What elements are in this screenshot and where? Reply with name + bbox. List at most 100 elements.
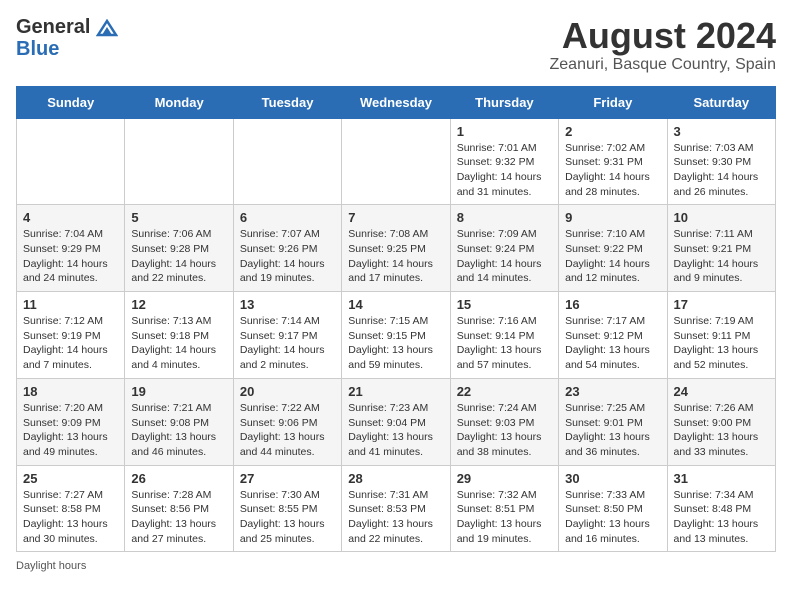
calendar-cell: 19Sunrise: 7:21 AMSunset: 9:08 PMDayligh…	[125, 378, 233, 465]
calendar-cell: 16 Sunrise: 7:17 AMSunset: 9:12 PMDayligh…	[559, 292, 667, 379]
calendar-cell: 25 Sunrise: 7:27 AMSunset: 8:58 PMDayligh…	[17, 465, 125, 552]
calendar-cell: 2Sunrise: 7:02 AMSunset: 9:31 PMDaylight…	[559, 118, 667, 205]
day-header-sunday: Sunday	[17, 86, 125, 118]
day-number: 24	[674, 384, 769, 399]
title-area: August 2024 Zeanuri, Basque Country, Spa…	[550, 16, 777, 74]
calendar-cell: 31 Sunrise: 7:34 AMSunset: 8:48 PMDayligh…	[667, 465, 775, 552]
day-info: Sunrise: 7:25 AMSunset: 9:01 PMDaylight:…	[565, 401, 660, 460]
day-number: 12	[131, 297, 226, 312]
day-info: Sunrise: 7:09 AMSunset: 9:24 PMDaylight:…	[457, 227, 552, 286]
logo-blue: Blue	[16, 38, 118, 60]
day-number: 4	[23, 210, 118, 225]
day-number: 14	[348, 297, 443, 312]
day-info: Sunrise: 7:08 AMSunset: 9:25 PMDaylight:…	[348, 227, 443, 286]
day-info: Sunrise: 7:27 AMSunset: 8:58 PMDaylight:…	[23, 488, 118, 547]
calendar-cell	[17, 118, 125, 205]
day-info: Sunrise: 7:24 AMSunset: 9:03 PMDaylight:…	[457, 401, 552, 460]
day-number: 18	[23, 384, 118, 399]
day-info: Sunrise: 7:15 AMSunset: 9:15 PMDaylight:…	[348, 314, 443, 373]
day-info: Sunrise: 7:13 AMSunset: 9:18 PMDaylight:…	[131, 314, 226, 373]
day-number: 7	[348, 210, 443, 225]
calendar-cell	[233, 118, 341, 205]
calendar-table: SundayMondayTuesdayWednesdayThursdayFrid…	[16, 86, 776, 553]
day-number: 8	[457, 210, 552, 225]
day-info: Sunrise: 7:14 AMSunset: 9:17 PMDaylight:…	[240, 314, 335, 373]
day-info: Sunrise: 7:21 AMSunset: 9:08 PMDaylight:…	[131, 401, 226, 460]
day-header-monday: Monday	[125, 86, 233, 118]
calendar-cell: 12 Sunrise: 7:13 AMSunset: 9:18 PMDayligh…	[125, 292, 233, 379]
calendar-cell: 24 Sunrise: 7:26 AMSunset: 9:00 PMDayligh…	[667, 378, 775, 465]
calendar-cell	[342, 118, 450, 205]
day-number: 26	[131, 471, 226, 486]
calendar-cell	[125, 118, 233, 205]
day-number: 22	[457, 384, 552, 399]
day-number: 15	[457, 297, 552, 312]
calendar-cell: 29 Sunrise: 7:32 AMSunset: 8:51 PMDayligh…	[450, 465, 558, 552]
day-info: Sunrise: 7:11 AMSunset: 9:21 PMDaylight:…	[674, 227, 769, 286]
day-info: Sunrise: 7:04 AMSunset: 9:29 PMDaylight:…	[23, 227, 118, 286]
day-info: Sunrise: 7:03 AMSunset: 9:30 PMDaylight:…	[674, 141, 769, 200]
calendar-cell: 3 Sunrise: 7:03 AMSunset: 9:30 PMDaylight…	[667, 118, 775, 205]
calendar-cell: 21 Sunrise: 7:23 AMSunset: 9:04 PMDayligh…	[342, 378, 450, 465]
day-number: 25	[23, 471, 118, 486]
day-info: Sunrise: 7:28 AMSunset: 8:56 PMDaylight:…	[131, 488, 226, 547]
day-number: 31	[674, 471, 769, 486]
day-header-saturday: Saturday	[667, 86, 775, 118]
calendar-cell: 10Sunrise: 7:11 AMSunset: 9:21 PMDayligh…	[667, 205, 775, 292]
calendar-cell: 26 Sunrise: 7:28 AMSunset: 8:56 PMDayligh…	[125, 465, 233, 552]
day-info: Sunrise: 7:02 AMSunset: 9:31 PMDaylight:…	[565, 141, 660, 200]
day-info: Sunrise: 7:23 AMSunset: 9:04 PMDaylight:…	[348, 401, 443, 460]
day-number: 3	[674, 124, 769, 139]
month-title: August 2024	[550, 16, 777, 56]
day-info: Sunrise: 7:07 AMSunset: 9:26 PMDaylight:…	[240, 227, 335, 286]
calendar-cell: 23 Sunrise: 7:25 AMSunset: 9:01 PMDayligh…	[559, 378, 667, 465]
day-info: Sunrise: 7:01 AMSunset: 9:32 PMDaylight:…	[457, 141, 552, 200]
day-info: Sunrise: 7:32 AMSunset: 8:51 PMDaylight:…	[457, 488, 552, 547]
day-number: 20	[240, 384, 335, 399]
logo: General Blue	[16, 16, 118, 60]
logo-general: General	[16, 16, 118, 38]
day-info: Sunrise: 7:33 AMSunset: 8:50 PMDaylight:…	[565, 488, 660, 547]
day-number: 21	[348, 384, 443, 399]
calendar-cell: 18Sunrise: 7:20 AMSunset: 9:09 PMDayligh…	[17, 378, 125, 465]
day-info: Sunrise: 7:30 AMSunset: 8:55 PMDaylight:…	[240, 488, 335, 547]
day-info: Sunrise: 7:10 AMSunset: 9:22 PMDaylight:…	[565, 227, 660, 286]
day-number: 29	[457, 471, 552, 486]
day-info: Sunrise: 7:34 AMSunset: 8:48 PMDaylight:…	[674, 488, 769, 547]
day-header-thursday: Thursday	[450, 86, 558, 118]
calendar-cell: 4 Sunrise: 7:04 AMSunset: 9:29 PMDaylight…	[17, 205, 125, 292]
day-number: 13	[240, 297, 335, 312]
day-number: 1	[457, 124, 552, 139]
calendar-cell: 20 Sunrise: 7:22 AMSunset: 9:06 PMDayligh…	[233, 378, 341, 465]
day-header-wednesday: Wednesday	[342, 86, 450, 118]
calendar-cell: 14 Sunrise: 7:15 AMSunset: 9:15 PMDayligh…	[342, 292, 450, 379]
calendar-cell: 22 Sunrise: 7:24 AMSunset: 9:03 PMDayligh…	[450, 378, 558, 465]
day-number: 11	[23, 297, 118, 312]
day-info: Sunrise: 7:12 AMSunset: 9:19 PMDaylight:…	[23, 314, 118, 373]
calendar-cell: 27 Sunrise: 7:30 AMSunset: 8:55 PMDayligh…	[233, 465, 341, 552]
logo-icon	[96, 19, 118, 37]
page-header: General Blue August 2024 Zeanuri, Basque…	[16, 16, 776, 74]
day-header-tuesday: Tuesday	[233, 86, 341, 118]
calendar-cell: 5Sunrise: 7:06 AMSunset: 9:28 PMDaylight…	[125, 205, 233, 292]
day-number: 27	[240, 471, 335, 486]
calendar-cell: 6 Sunrise: 7:07 AMSunset: 9:26 PMDaylight…	[233, 205, 341, 292]
calendar-cell: 7 Sunrise: 7:08 AMSunset: 9:25 PMDaylight…	[342, 205, 450, 292]
day-number: 30	[565, 471, 660, 486]
calendar-cell: 1 Sunrise: 7:01 AMSunset: 9:32 PMDaylight…	[450, 118, 558, 205]
day-number: 28	[348, 471, 443, 486]
daylight-label: Daylight hours	[16, 560, 86, 572]
day-info: Sunrise: 7:17 AMSunset: 9:12 PMDaylight:…	[565, 314, 660, 373]
calendar-cell: 28Sunrise: 7:31 AMSunset: 8:53 PMDayligh…	[342, 465, 450, 552]
calendar-cell: 11 Sunrise: 7:12 AMSunset: 9:19 PMDayligh…	[17, 292, 125, 379]
day-header-friday: Friday	[559, 86, 667, 118]
day-number: 6	[240, 210, 335, 225]
day-info: Sunrise: 7:26 AMSunset: 9:00 PMDaylight:…	[674, 401, 769, 460]
day-number: 23	[565, 384, 660, 399]
calendar-cell: 13 Sunrise: 7:14 AMSunset: 9:17 PMDayligh…	[233, 292, 341, 379]
day-number: 16	[565, 297, 660, 312]
calendar-cell: 30 Sunrise: 7:33 AMSunset: 8:50 PMDayligh…	[559, 465, 667, 552]
day-info: Sunrise: 7:06 AMSunset: 9:28 PMDaylight:…	[131, 227, 226, 286]
day-info: Sunrise: 7:22 AMSunset: 9:06 PMDaylight:…	[240, 401, 335, 460]
calendar-cell: 8 Sunrise: 7:09 AMSunset: 9:24 PMDaylight…	[450, 205, 558, 292]
